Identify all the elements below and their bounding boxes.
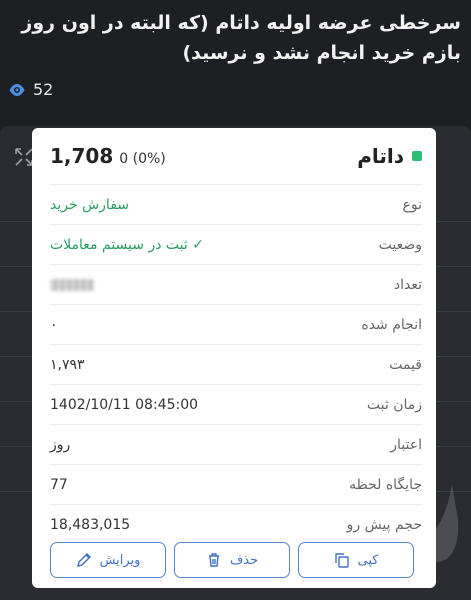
collapse-icon[interactable]	[14, 147, 34, 167]
row-quantity: تعداد	[50, 264, 422, 304]
submit-time-label: زمان ثبت	[366, 396, 422, 413]
price-block: 1,708 0 (0%)	[50, 144, 166, 168]
eye-icon	[9, 83, 25, 96]
row-executed: ۰ انجام شده	[50, 304, 422, 344]
validity-label: اعتبار	[390, 436, 422, 453]
delete-button-label: حذف	[229, 552, 259, 568]
row-status: ✓ ثبت در سیستم معاملات وضعیت	[50, 224, 422, 264]
order-type-value: سفارش خرید	[50, 196, 130, 213]
volume-ahead-value: 18,483,015	[50, 516, 131, 533]
executed-label: انجام شده	[361, 316, 422, 333]
submit-time-value: 1402/10/11 08:45:00	[50, 396, 199, 413]
pencil-icon	[76, 553, 91, 567]
volume-ahead-label: حجم پیش رو	[346, 516, 422, 533]
row-validity: روز اعتبار	[50, 424, 422, 464]
row-queue-position: 77 جایگاه لحظه	[50, 464, 422, 504]
symbol-block: داتام	[357, 144, 422, 168]
delete-button[interactable]: حذف	[174, 542, 290, 578]
row-time: 1402/10/11 08:45:00 زمان ثبت	[50, 384, 422, 424]
quantity-value-blurred	[50, 278, 94, 291]
row-type: سفارش خرید نوع	[50, 184, 422, 224]
status-dot-icon	[412, 151, 422, 161]
status-label: وضعیت	[378, 236, 422, 253]
order-price-label: قیمت	[389, 356, 422, 373]
quantity-label: تعداد	[393, 276, 422, 293]
post-title: سرخطی عرضه اولیه داتام (که البته در اون …	[21, 12, 461, 64]
edit-button-label: ویرایش	[99, 552, 141, 568]
card-header: 1,708 0 (0%) داتام	[32, 128, 436, 184]
queue-position-value: 77	[50, 476, 68, 493]
trash-icon	[208, 553, 219, 567]
copy-button-label: کپی	[357, 552, 379, 568]
row-price: ۱,۷۹۳ قیمت	[50, 344, 422, 384]
symbol-name: داتام	[357, 144, 404, 168]
copy-button[interactable]: کپی	[298, 542, 414, 578]
validity-value: روز	[50, 436, 71, 453]
copy-icon	[334, 553, 349, 568]
status-value: ✓ ثبت در سیستم معاملات	[50, 236, 204, 253]
edit-button[interactable]: ویرایش	[50, 542, 166, 578]
view-count: 52	[8, 80, 53, 99]
executed-value: ۰	[50, 316, 58, 333]
view-count-value: 52	[33, 80, 54, 99]
order-price-value: ۱,۷۹۳	[50, 356, 85, 373]
row-volume-ahead: 18,483,015 حجم پیش رو	[50, 504, 422, 544]
order-type-label: نوع	[402, 196, 422, 213]
last-price: 1,708	[50, 144, 114, 168]
action-buttons: ویرایش حذف کپی	[50, 542, 414, 578]
price-change: 0 (0%)	[119, 151, 166, 167]
order-details-card: 1,708 0 (0%) داتام سفارش خرید نوع ✓ ثبت …	[32, 128, 436, 588]
queue-position-label: جایگاه لحظه	[349, 476, 422, 493]
